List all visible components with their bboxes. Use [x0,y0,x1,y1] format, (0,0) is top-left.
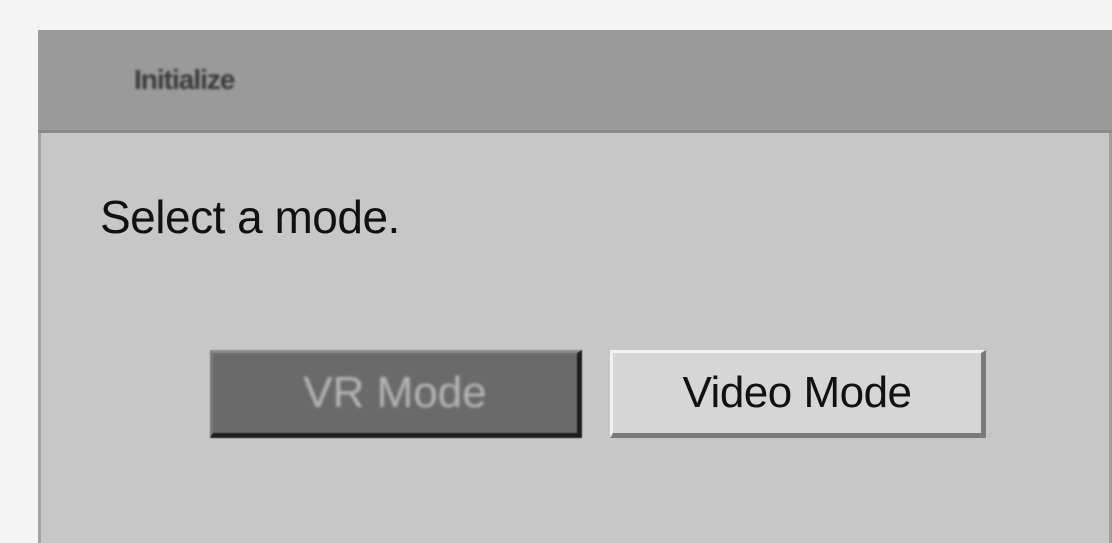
vr-mode-button-label: VR Mode [303,368,487,417]
initialize-dialog: Initialize Select a mode. VR Mode Video … [38,30,1112,543]
vr-mode-button[interactable]: VR Mode [210,350,582,438]
dialog-title-bar: Initialize [38,30,1112,133]
dialog-title: Initialize [134,64,235,95]
video-mode-button-label: Video Mode [682,368,912,417]
dialog-prompt: Select a mode. [100,191,400,243]
video-mode-button[interactable]: Video Mode [610,350,986,438]
screen: Initialize Select a mode. VR Mode Video … [0,0,1112,543]
